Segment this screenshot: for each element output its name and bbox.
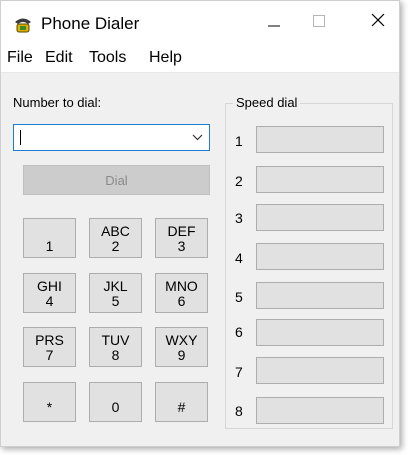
speed-dial-number: 6 [235, 324, 243, 340]
key-3[interactable]: DEF 3 [155, 218, 208, 258]
maximize-icon [313, 14, 325, 32]
key-8[interactable]: TUV 8 [89, 327, 142, 367]
speed-dial-button-8[interactable] [256, 397, 384, 424]
chevron-down-icon[interactable] [192, 132, 203, 144]
close-icon [371, 13, 385, 32]
speed-dial-number: 5 [235, 289, 243, 305]
key-letters: ABC [101, 223, 130, 239]
phone-dialer-window: Phone Dialer File Edit Tools Help Number… [0, 0, 400, 447]
menu-edit[interactable]: Edit [45, 49, 73, 67]
key-digit: * [46, 398, 53, 415]
minimize-icon [268, 14, 280, 32]
key-7[interactable]: PRS 7 [23, 327, 76, 367]
key-digit: 2 [111, 238, 120, 254]
speed-dial-button-3[interactable] [256, 204, 384, 231]
speed-dial-button-4[interactable] [256, 243, 384, 270]
menu-help[interactable]: Help [149, 49, 182, 67]
menu-tools[interactable]: Tools [89, 49, 126, 67]
key-digit: 3 [177, 238, 186, 254]
speed-dial-number: 2 [235, 173, 243, 189]
speed-dial-number: 3 [235, 210, 243, 226]
key-2[interactable]: ABC 2 [89, 218, 142, 258]
key-digit: 0 [111, 398, 120, 415]
key-6[interactable]: MNO 6 [155, 273, 208, 313]
key-0[interactable]: 0 [89, 382, 142, 422]
key-letters: PRS [35, 332, 64, 348]
speed-dial-button-5[interactable] [256, 282, 384, 309]
key-9[interactable]: WXY 9 [155, 327, 208, 367]
window-title: Phone Dialer [41, 14, 140, 33]
speed-dial-number: 4 [235, 250, 243, 266]
minimize-button[interactable] [251, 1, 297, 44]
key-digit: 4 [45, 293, 54, 309]
speed-dial-button-7[interactable] [256, 357, 384, 384]
key-digit: 5 [111, 293, 120, 309]
key-digit: 8 [111, 347, 120, 363]
key-4[interactable]: GHI 4 [23, 273, 76, 313]
menu-bar: File Edit Tools Help [1, 44, 399, 73]
key-letters: MNO [165, 278, 198, 294]
number-to-dial-label: Number to dial: [13, 95, 102, 110]
speed-dial-number: 1 [235, 133, 243, 149]
phone-icon [13, 15, 33, 33]
key-digit: # [177, 398, 186, 415]
key-1[interactable]: 1 [23, 218, 76, 258]
number-to-dial-combo[interactable] [13, 124, 210, 151]
key-digit: 6 [177, 293, 186, 309]
key-letters: WXY [165, 332, 198, 348]
menu-file[interactable]: File [7, 49, 33, 67]
key-hash[interactable]: # [155, 382, 208, 422]
speed-dial-button-6[interactable] [256, 319, 384, 346]
speed-dial-button-2[interactable] [256, 166, 384, 193]
maximize-button[interactable] [296, 1, 342, 44]
key-digit: 7 [45, 347, 54, 363]
key-star[interactable]: * [23, 382, 76, 422]
speed-dial-number: 8 [235, 403, 243, 419]
text-caret [20, 130, 21, 145]
key-letters: GHI [37, 278, 62, 294]
dial-button[interactable]: Dial [23, 165, 210, 195]
speed-dial-number: 7 [235, 364, 243, 380]
title-bar[interactable]: Phone Dialer [1, 1, 399, 44]
close-button[interactable] [355, 1, 401, 44]
key-letters: TUV [101, 332, 130, 348]
key-5[interactable]: JKL 5 [89, 273, 142, 313]
key-letters: DEF [167, 223, 196, 239]
speed-dial-title: Speed dial [233, 95, 301, 110]
key-digit: 1 [45, 238, 54, 254]
speed-dial-button-1[interactable] [256, 126, 384, 153]
key-letters: JKL [103, 278, 128, 294]
key-digit: 9 [177, 347, 186, 363]
